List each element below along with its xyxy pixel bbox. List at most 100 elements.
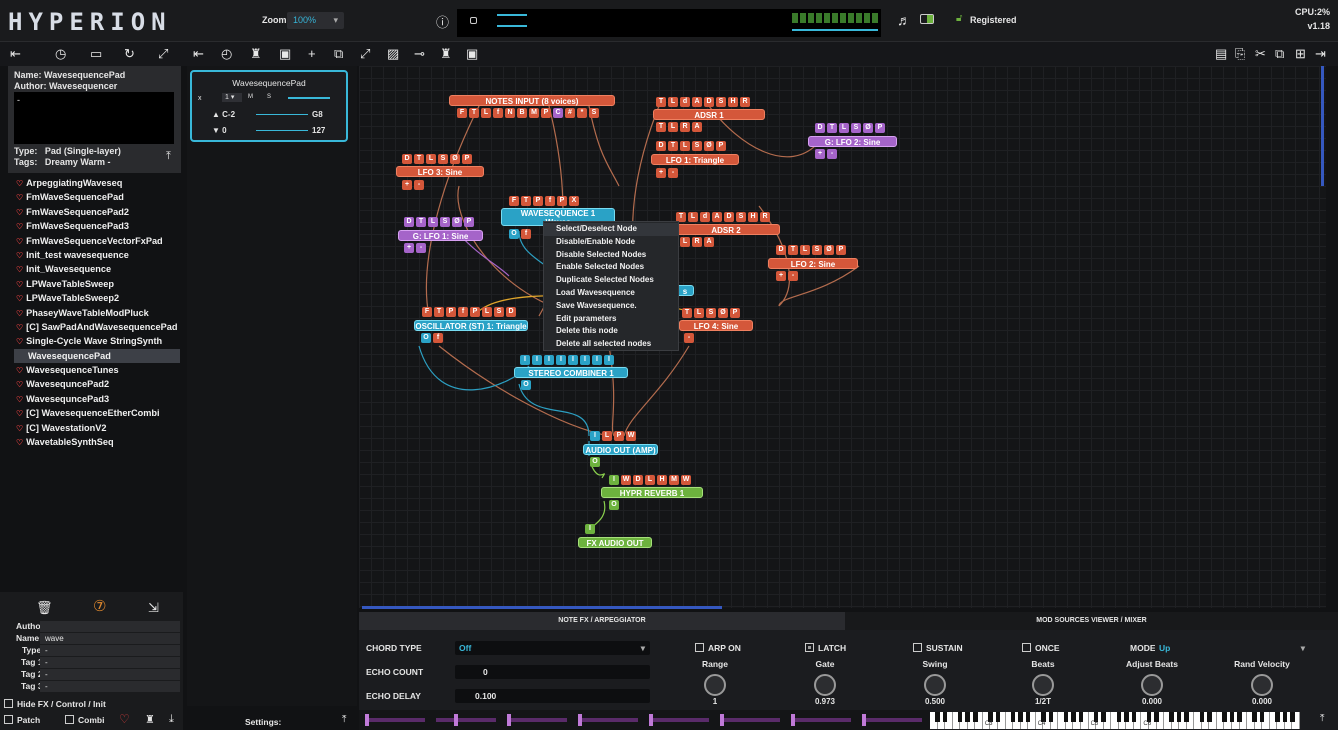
cut-icon[interactable]: ✂ <box>1255 46 1266 62</box>
black-key[interactable] <box>1229 712 1235 722</box>
heart-icon[interactable]: ♡ <box>16 265 23 274</box>
black-key[interactable] <box>1048 712 1054 722</box>
export-icon[interactable]: ⇲ <box>148 600 159 616</box>
black-key[interactable] <box>1199 712 1205 722</box>
heart-icon[interactable]: ♡ <box>16 309 23 318</box>
node-lfo1[interactable]: LFO 1: Triangle <box>651 154 739 165</box>
black-key[interactable] <box>1275 712 1280 722</box>
sort-icon[interactable]: ⤒ <box>166 150 171 163</box>
patch-list-item[interactable]: ♡ [C] SawPadAndWavesequencePad <box>16 320 180 334</box>
black-key[interactable] <box>1154 712 1159 722</box>
node-lfo4[interactable]: LFO 4: Sine <box>679 320 753 331</box>
macro-slider[interactable] <box>578 714 638 726</box>
black-key[interactable] <box>1101 712 1106 722</box>
context-menu-item[interactable]: Disable Selected Nodes <box>544 249 678 262</box>
piano-keyboard[interactable]: C3 C4 C5 C6 <box>930 712 1300 729</box>
black-key[interactable] <box>1252 712 1257 722</box>
heart-icon[interactable]: ♡ <box>16 179 23 188</box>
paste-icon[interactable]: ⎘ <box>1235 46 1245 62</box>
patch-list-item[interactable]: ♡ FmWaveSequencePad <box>16 190 180 204</box>
heart-icon[interactable]: ♡ <box>16 193 23 202</box>
patch-list-item[interactable]: ♡ WavesequncePad3 <box>16 392 180 406</box>
filter-name-input[interactable]: wave <box>40 633 180 644</box>
filter-type-select[interactable]: - <box>40 645 180 656</box>
fullscreen-icon[interactable]: ⤢ <box>360 46 370 62</box>
black-key[interactable] <box>995 712 1001 722</box>
macro-slider[interactable] <box>720 714 780 726</box>
clear-filter-icon[interactable]: ♜ <box>145 713 155 726</box>
save-graph-icon[interactable]: ▣ <box>466 46 478 62</box>
patch-list-item[interactable]: ♡ Init_test wavesequence <box>16 248 180 262</box>
context-menu-item[interactable]: Edit parameters <box>544 313 678 326</box>
black-key[interactable] <box>1018 712 1023 722</box>
patch-checkbox[interactable]: Patch <box>4 715 40 726</box>
select-all-icon[interactable]: ⊞ <box>1295 46 1306 62</box>
heart-icon[interactable]: ♡ <box>16 395 23 404</box>
heart-icon[interactable]: ♡ <box>16 424 23 433</box>
vel-high-value[interactable]: 127 <box>312 126 325 135</box>
black-key[interactable] <box>1176 712 1182 722</box>
mute-button[interactable]: M <box>248 94 253 100</box>
heart-icon[interactable]: ♡ <box>16 438 23 447</box>
patch-list-item[interactable]: ♡ Single-Cycle Wave StringSynth <box>16 334 180 348</box>
black-key[interactable] <box>957 712 963 722</box>
patch-list-item[interactable]: ♡ LPWaveTableSweep <box>16 277 180 291</box>
echo-count-slider[interactable]: 0 <box>455 665 650 679</box>
node-lfo3[interactable]: LFO 3: Sine <box>396 166 484 177</box>
undo-history-icon[interactable]: ◴ <box>221 46 232 62</box>
knob[interactable] <box>1032 674 1054 696</box>
copy-icon[interactable]: ⧉ <box>1275 46 1284 62</box>
patch-list-item[interactable]: ♡ FmWaveSequencePad3 <box>16 219 180 233</box>
clear-graph-icon[interactable]: ♜ <box>440 46 452 62</box>
patch-list-item[interactable]: WavesequencePad <box>14 348 180 364</box>
clipboard-icon[interactable]: ▤ <box>1215 46 1227 62</box>
patch-list-item[interactable]: ♡ ArpeggiatingWaveseq <box>16 176 180 190</box>
upload-icon[interactable]: ⤒ <box>342 714 346 725</box>
macro-slider[interactable] <box>365 714 425 726</box>
node-adsr1[interactable]: ADSR 1 <box>653 109 765 120</box>
black-key[interactable] <box>1124 712 1129 722</box>
macro-slider[interactable] <box>791 714 851 726</box>
patch-list-item[interactable]: ♡ FmWaveSequenceVectorFxPad <box>16 234 180 248</box>
filter-tag3-select[interactable]: - <box>40 681 180 692</box>
expand-icon[interactable]: ⤢ <box>158 46 168 62</box>
black-key[interactable] <box>1131 712 1137 722</box>
patch-list-item[interactable]: ♡ WavesequenceTunes <box>16 363 180 377</box>
heart-icon[interactable]: ♡ <box>16 323 23 332</box>
black-key[interactable] <box>1259 712 1265 722</box>
heart-icon[interactable]: ♡ <box>16 208 23 217</box>
patch-list-item[interactable]: ♡ [C] WavestationV2 <box>16 421 180 435</box>
heart-icon[interactable]: ♡ <box>16 409 23 418</box>
once-checkbox[interactable]: ONCE <box>1022 643 1060 653</box>
add-icon[interactable]: + <box>308 46 316 61</box>
key-icon[interactable]: ⊸ <box>414 46 425 62</box>
node-notes-input[interactable]: NOTES INPUT (8 voices) <box>449 95 615 106</box>
refresh-icon[interactable]: ↻ <box>124 46 135 62</box>
key-high-value[interactable]: G8 <box>312 110 323 119</box>
music-note-icon[interactable]: ♬ <box>897 12 911 28</box>
arp-on-checkbox[interactable]: ARP ON <box>695 643 741 653</box>
context-menu-item[interactable]: Select/Deselect Node <box>544 223 678 236</box>
black-key[interactable] <box>935 712 940 722</box>
context-menu-item[interactable]: Delete all selected nodes <box>544 338 678 351</box>
black-key[interactable] <box>965 712 970 722</box>
heart-icon[interactable]: ♡ <box>119 712 130 726</box>
patch-list-item[interactable]: ♡ PhaseyWaveTableModPluck <box>16 306 180 320</box>
heart-icon[interactable]: ♡ <box>16 366 23 375</box>
context-menu-item[interactable]: Enable Selected Nodes <box>544 261 678 274</box>
collapse-right-icon[interactable]: ⇥ <box>1315 46 1326 62</box>
tab-mod-sources[interactable]: MOD SOURCES VIEWER / MIXER <box>845 612 1338 630</box>
black-key[interactable] <box>1116 712 1122 722</box>
heart-icon[interactable]: ♡ <box>16 222 23 231</box>
patch-list-item[interactable]: ♡ [C] WavesequenceEtherCombi <box>16 406 180 420</box>
tab-note-fx[interactable]: NOTE FX / ARPEGGIATOR <box>359 612 845 630</box>
duplicate-icon[interactable]: ⧉ <box>334 46 343 62</box>
graph-scrollbar-h[interactable] <box>362 606 722 609</box>
mode-select[interactable]: Up ▾ <box>1155 641 1310 655</box>
node-stereo-combiner[interactable]: STEREO COMBINER 1 <box>514 367 628 378</box>
heart-icon[interactable]: ♡ <box>16 294 23 303</box>
black-key[interactable] <box>1207 712 1212 722</box>
black-key[interactable] <box>1222 712 1227 722</box>
combi-checkbox[interactable]: Combi <box>65 715 104 726</box>
knob[interactable] <box>1141 674 1163 696</box>
